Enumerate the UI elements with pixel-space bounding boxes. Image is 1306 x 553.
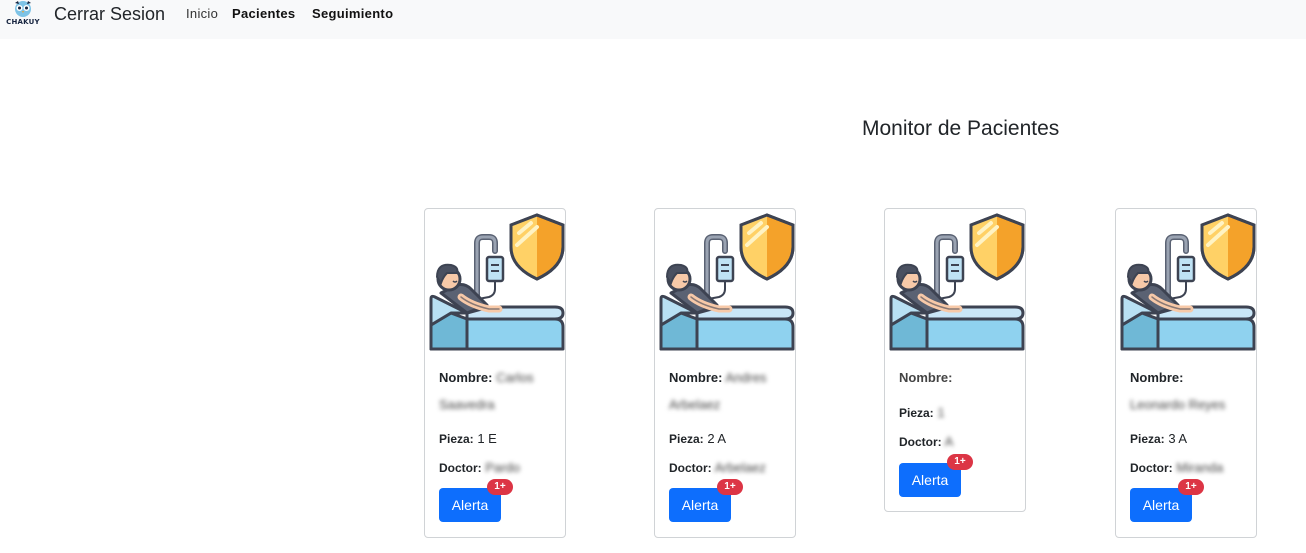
alert-button[interactable]: Alerta 1+ — [899, 454, 973, 497]
nombre-value-line2: Saavedra — [439, 397, 495, 412]
patient-card: Nombre: Pieza: 1 Doctor: A Alerta 1+ — [884, 208, 1026, 512]
alert-button-label: Alerta — [681, 497, 719, 513]
patient-bed-shield-icon — [887, 213, 1025, 353]
pieza-field: Pieza: 1 E — [439, 431, 497, 447]
nombre-label: Nombre: — [669, 370, 723, 385]
doctor-label: Doctor: — [1130, 461, 1173, 475]
doctor-field: Doctor: Miranda — [1130, 460, 1223, 476]
doctor-field: Doctor: Arbelaez — [669, 460, 766, 476]
alert-count-badge: 1+ — [717, 479, 743, 495]
alert-button[interactable]: Alerta 1+ — [439, 479, 513, 522]
pieza-label: Pieza: — [669, 432, 704, 446]
chakuy-logo[interactable]: CHAKUY — [0, 0, 46, 28]
patient-card: Nombre: Carlos Saavedra Pieza: 1 E Docto… — [424, 208, 566, 538]
doctor-label: Doctor: — [669, 461, 712, 475]
nombre-value: Carlos — [496, 370, 534, 385]
alert-count-badge: 1+ — [947, 454, 973, 470]
nombre-field: Nombre: Andres — [669, 370, 767, 386]
alert-button-label: Alerta — [911, 472, 949, 488]
doctor-label: Doctor: — [439, 461, 482, 475]
patient-card: Nombre: Andres Arbelaez Pieza: 2 A Docto… — [654, 208, 796, 538]
patient-card: Nombre: Leonardo Reyes Pieza: 3 A Doctor… — [1115, 208, 1257, 538]
pieza-label: Pieza: — [1130, 432, 1165, 446]
alert-button-label: Alerta — [1142, 497, 1180, 513]
pieza-value: 1 — [937, 405, 945, 420]
doctor-field: Doctor: Pardo — [439, 460, 520, 476]
doctor-value: Arbelaez — [714, 460, 766, 475]
nombre-label: Nombre: — [899, 370, 953, 385]
pieza-value: 3 A — [1168, 431, 1188, 446]
alert-button[interactable]: Alerta 1+ — [1130, 479, 1204, 522]
logout-link[interactable]: Cerrar Sesion — [54, 3, 165, 25]
patient-bed-shield-icon — [1118, 213, 1256, 353]
alert-button-label: Alerta — [451, 497, 489, 513]
alert-count-badge: 1+ — [487, 479, 513, 495]
doctor-value: Pardo — [485, 460, 520, 475]
nombre-field: Nombre: — [899, 370, 952, 386]
nombre-label: Nombre: — [1130, 370, 1184, 385]
alert-button[interactable]: Alerta 1+ — [669, 479, 743, 522]
patient-bed-shield-icon — [427, 213, 565, 353]
pieza-field: Pieza: 2 A — [669, 431, 726, 447]
doctor-value: Miranda — [1176, 460, 1224, 475]
pieza-value: 1 E — [477, 431, 497, 446]
logo-text: CHAKUY — [6, 18, 40, 26]
nav-pacientes[interactable]: Pacientes — [232, 6, 295, 22]
nombre-field: Nombre: Carlos — [439, 370, 534, 386]
nombre-field: Nombre: — [1130, 370, 1183, 386]
pieza-value: 2 A — [707, 431, 727, 446]
doctor-value: A — [944, 434, 954, 449]
nav-inicio[interactable]: Inicio — [186, 6, 218, 22]
nav-seguimiento[interactable]: Seguimiento — [312, 6, 393, 22]
pieza-label: Pieza: — [439, 432, 474, 446]
nombre-value-line2: Arbelaez — [669, 397, 721, 412]
doctor-label: Doctor: — [899, 435, 942, 449]
navbar: CHAKUY Cerrar Sesion Inicio Pacientes Se… — [0, 0, 1306, 39]
page-title: Monitor de Pacientes — [862, 117, 1060, 140]
nombre-value-line2: Leonardo Reyes — [1130, 397, 1226, 412]
nombre-value: Andres — [725, 370, 767, 385]
owl-icon — [15, 1, 31, 17]
doctor-field: Doctor: A — [899, 434, 953, 450]
pieza-field: Pieza: 1 — [899, 405, 945, 421]
pieza-field: Pieza: 3 A — [1130, 431, 1187, 447]
nombre-label: Nombre: — [439, 370, 493, 385]
alert-count-badge: 1+ — [1178, 479, 1204, 495]
patient-bed-shield-icon — [657, 213, 795, 353]
pieza-label: Pieza: — [899, 406, 934, 420]
